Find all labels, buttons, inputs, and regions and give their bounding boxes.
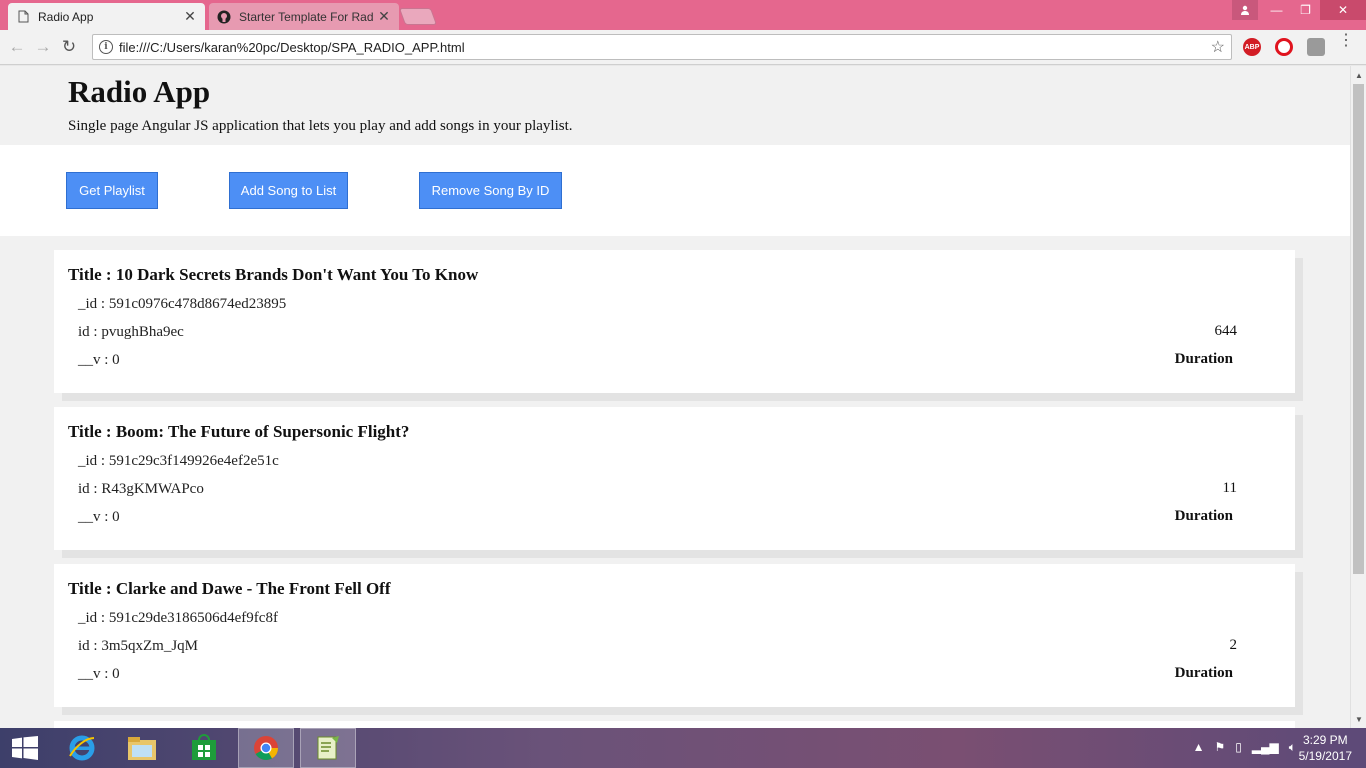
- add-song-button[interactable]: Add Song to List: [229, 172, 348, 209]
- battery-icon[interactable]: ▯: [1235, 740, 1242, 755]
- duration-label: Duration: [1174, 351, 1233, 367]
- extension-icon[interactable]: [1307, 38, 1325, 56]
- reload-icon[interactable]: ↻: [56, 34, 82, 60]
- close-window-icon[interactable]: ✕: [1320, 0, 1366, 20]
- page-title: Radio App: [68, 74, 211, 109]
- new-tab-button[interactable]: [398, 8, 438, 25]
- browser-toolbar: ← → ↻ i file:///C:/Users/karan%20pc/Desk…: [0, 30, 1366, 65]
- remove-song-button[interactable]: Remove Song By ID: [419, 172, 562, 209]
- duration-label: Duration: [1174, 508, 1233, 524]
- browser-titlebar: Radio App ✕ Starter Template For Rad ✕ —…: [0, 0, 1366, 30]
- system-clock[interactable]: 3:29 PM 5/19/2017: [1299, 732, 1352, 764]
- song-card: [54, 721, 1295, 728]
- chevron-up-icon[interactable]: ▲: [1193, 740, 1205, 755]
- song-card: Title : Clarke and Dawe - The Front Fell…: [54, 564, 1295, 707]
- close-icon[interactable]: ✕: [377, 8, 391, 25]
- window-controls: — ❐ ✕: [1232, 0, 1366, 22]
- page-subtitle: Single page Angular JS application that …: [68, 118, 573, 134]
- bookmark-star-icon[interactable]: ☆: [1211, 37, 1225, 57]
- song-version: __v : 0: [78, 509, 120, 525]
- opera-icon[interactable]: [1275, 38, 1293, 56]
- song-version: __v : 0: [78, 666, 120, 682]
- song-db-id: _id : 591c29c3f149926e4ef2e51c: [78, 453, 279, 469]
- windows-taskbar: ▲ ⚑ ▯ ▂▄▆ 🔈︎ 3:29 PM 5/19/2017: [0, 728, 1366, 768]
- minimize-icon[interactable]: —: [1262, 0, 1291, 20]
- address-bar[interactable]: i file:///C:/Users/karan%20pc/Desktop/SP…: [92, 34, 1232, 60]
- playlist: Title : 10 Dark Secrets Brands Don't Wan…: [54, 250, 1295, 728]
- url-text: file:///C:/Users/karan%20pc/Desktop/SPA_…: [119, 39, 465, 55]
- notepad-plus-plus-icon[interactable]: [300, 728, 356, 768]
- song-title: Title : Clarke and Dawe - The Front Fell…: [68, 579, 391, 598]
- tab-label: Starter Template For Rad: [239, 9, 374, 24]
- page-scrollbar[interactable]: ▲ ▼: [1350, 66, 1366, 728]
- close-icon[interactable]: ✕: [183, 8, 197, 25]
- song-duration: 2: [1229, 637, 1238, 653]
- store-icon[interactable]: [176, 728, 232, 768]
- tab-starter-template[interactable]: Starter Template For Rad ✕: [209, 3, 399, 30]
- song-title: Title : 10 Dark Secrets Brands Don't Wan…: [68, 265, 479, 284]
- internet-explorer-icon[interactable]: [54, 728, 110, 768]
- page-content: Radio App Single page Angular JS applica…: [0, 66, 1350, 728]
- file-explorer-icon[interactable]: [114, 728, 170, 768]
- song-video-id: id : pvughBha9ec: [78, 324, 184, 340]
- song-duration: 11: [1222, 480, 1237, 496]
- forward-icon[interactable]: →: [30, 34, 56, 60]
- scroll-up-icon[interactable]: ▲: [1351, 68, 1366, 82]
- song-duration: 644: [1214, 323, 1238, 339]
- song-db-id: _id : 591c29de3186506d4ef9fc8f: [78, 610, 278, 626]
- github-icon: [217, 10, 231, 24]
- duration-label: Duration: [1174, 665, 1233, 681]
- song-video-id: id : 3m5qxZm_JqM: [78, 638, 199, 654]
- flag-icon[interactable]: ⚑: [1214, 740, 1225, 755]
- windows-start-icon[interactable]: [0, 728, 50, 768]
- user-icon[interactable]: [1232, 0, 1258, 20]
- tab-label: Radio App: [38, 9, 94, 24]
- volume-icon[interactable]: 🔈︎: [1289, 740, 1296, 755]
- network-icon[interactable]: ▂▄▆: [1252, 740, 1279, 755]
- chrome-icon[interactable]: [238, 728, 294, 768]
- adblock-icon[interactable]: ABP: [1243, 38, 1261, 56]
- song-video-id: id : R43gKMWAPco: [78, 481, 204, 497]
- song-title: Title : Boom: The Future of Supersonic F…: [68, 422, 410, 441]
- song-db-id: _id : 591c0976c478d8674ed23895: [78, 296, 287, 312]
- back-icon[interactable]: ←: [4, 34, 30, 60]
- scroll-down-icon[interactable]: ▼: [1351, 712, 1366, 726]
- page-icon: [16, 10, 30, 24]
- info-icon[interactable]: i: [99, 40, 113, 54]
- get-playlist-button[interactable]: Get Playlist: [66, 172, 158, 209]
- song-card: Title : Boom: The Future of Supersonic F…: [54, 407, 1295, 550]
- song-card: Title : 10 Dark Secrets Brands Don't Wan…: [54, 250, 1295, 393]
- action-bar: Get Playlist Add Song to List Remove Son…: [0, 145, 1350, 236]
- restore-icon[interactable]: ❐: [1291, 0, 1320, 20]
- clock-time: 3:29 PM: [1302, 733, 1348, 747]
- song-version: __v : 0: [78, 352, 120, 368]
- tab-radio-app[interactable]: Radio App ✕: [8, 3, 205, 30]
- clock-date: 5/19/2017: [1298, 749, 1352, 763]
- system-tray: ▲ ⚑ ▯ ▂▄▆ 🔈︎: [1193, 740, 1296, 755]
- jumbotron: Radio App Single page Angular JS applica…: [0, 66, 1350, 145]
- menu-icon[interactable]: ⋮: [1338, 33, 1354, 49]
- scroll-thumb[interactable]: [1353, 84, 1364, 574]
